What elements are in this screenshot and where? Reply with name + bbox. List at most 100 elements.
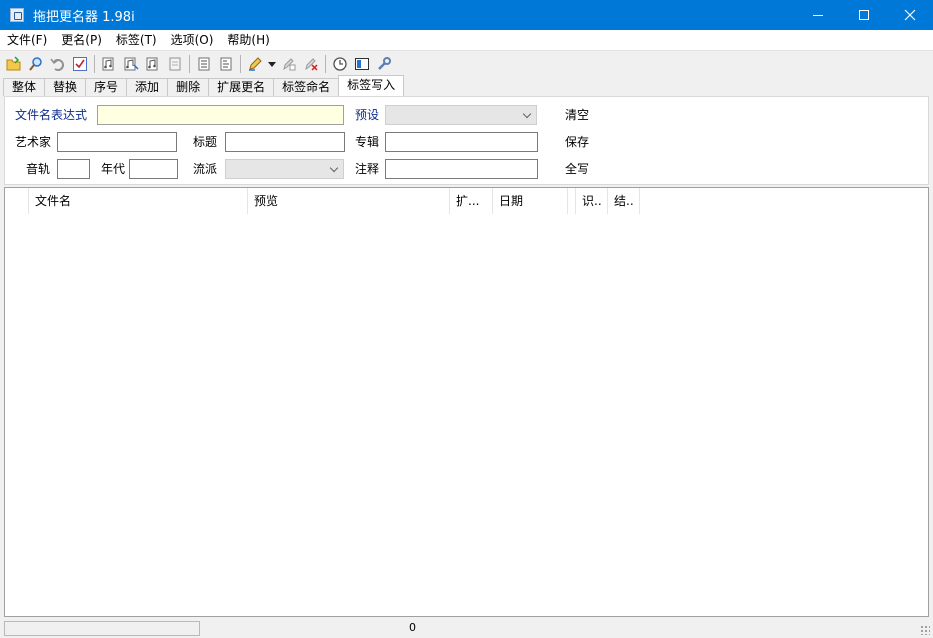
tag-tool-4-button[interactable] (164, 53, 186, 75)
open-folder-button[interactable] (3, 53, 25, 75)
delete-tag-button[interactable] (300, 53, 322, 75)
tag-write-panel: 文件名表达式 预设 清空 艺术家 标题 专辑 保存 音轨 年代 流派 注释 全写 (4, 96, 929, 185)
tab-delete[interactable]: 删除 (167, 78, 210, 96)
file-list[interactable]: 文件名 预览 扩... 日期 识.. 结.. (4, 187, 929, 617)
write-all-button[interactable]: 全写 (565, 161, 589, 177)
minimize-button[interactable] (795, 0, 841, 30)
window-layout-icon (355, 58, 369, 70)
album-input[interactable] (385, 132, 538, 152)
tag-tool-2-button[interactable] (120, 53, 142, 75)
tab-tag-write[interactable]: 标签写入 (338, 75, 405, 96)
tab-add[interactable]: 添加 (126, 78, 169, 96)
title-bar: 拖把更名器 1.98i (0, 0, 933, 30)
edit-button[interactable] (244, 53, 266, 75)
music-tag-icon (146, 57, 158, 71)
clock-icon (333, 57, 347, 71)
resize-grip-icon[interactable] (920, 625, 930, 635)
wrench-icon (378, 57, 391, 70)
search-button[interactable] (25, 53, 47, 75)
chevron-down-icon (522, 109, 532, 119)
apply-button[interactable] (69, 53, 91, 75)
menu-file[interactable]: 文件(F) (0, 30, 54, 50)
list-button[interactable] (193, 53, 215, 75)
list-icon (220, 57, 232, 71)
menu-options[interactable]: 选项(O) (164, 30, 221, 50)
artist-label: 艺术家 (15, 135, 52, 149)
track-input[interactable] (57, 159, 90, 179)
maximize-icon (859, 10, 869, 20)
menu-rename[interactable]: 更名(P) (54, 30, 109, 50)
music-tag-icon (124, 57, 139, 71)
toolbar-separator (189, 55, 190, 73)
list-alt-button[interactable] (215, 53, 237, 75)
artist-input[interactable] (57, 132, 177, 152)
track-label: 音轨 (26, 162, 51, 176)
filename-expression-label: 文件名表达式 (15, 108, 88, 122)
album-label: 专辑 (355, 135, 380, 149)
tab-replace[interactable]: 替换 (44, 78, 87, 96)
column-header-date[interactable]: 日期 (493, 188, 568, 214)
preset-dropdown[interactable] (385, 105, 537, 125)
year-label: 年代 (101, 162, 126, 176)
comment-input[interactable] (385, 159, 538, 179)
settings-button[interactable] (373, 53, 395, 75)
tag-tool-1-button[interactable] (98, 53, 120, 75)
list-icon (198, 57, 210, 71)
tab-tag-naming[interactable]: 标签命名 (273, 78, 340, 96)
status-bar: 0 (0, 618, 933, 638)
edit-dropdown-button[interactable] (266, 53, 278, 75)
title-label: 标题 (193, 135, 218, 149)
column-header-result[interactable]: 结.. (608, 188, 640, 214)
menu-bar: 文件(F) 更名(P) 标签(T) 选项(O) 帮助(H) (0, 30, 933, 51)
column-header-blank[interactable] (568, 188, 576, 214)
genre-dropdown[interactable] (225, 159, 344, 179)
menu-help[interactable]: 帮助(H) (220, 30, 276, 50)
column-header-filename[interactable]: 文件名 (29, 188, 248, 214)
app-icon (10, 8, 24, 22)
title-input[interactable] (225, 132, 345, 152)
layout-button[interactable] (351, 53, 373, 75)
window-title: 拖把更名器 1.98i (33, 9, 135, 25)
window-controls (795, 0, 933, 30)
filename-expression-input[interactable] (97, 105, 344, 125)
progress-bar (4, 621, 200, 636)
menu-tags[interactable]: 标签(T) (109, 30, 164, 50)
preset-label: 预设 (355, 108, 380, 122)
pencil-icon (249, 57, 262, 71)
list-header: 文件名 预览 扩... 日期 识.. 结.. (5, 188, 640, 214)
document-icon (169, 57, 181, 71)
save-button[interactable]: 保存 (565, 134, 589, 150)
music-tag-icon (102, 57, 114, 71)
toolbar-separator (94, 55, 95, 73)
column-header-id[interactable]: 识.. (576, 188, 608, 214)
toolbar-separator (325, 55, 326, 73)
file-count: 0 (409, 621, 416, 634)
undo-button[interactable] (47, 53, 69, 75)
clear-button[interactable]: 清空 (565, 107, 589, 123)
clear-tag-button[interactable] (278, 53, 300, 75)
tab-extended-rename[interactable]: 扩展更名 (208, 78, 275, 96)
tag-tool-3-button[interactable] (142, 53, 164, 75)
column-header-extension[interactable]: 扩... (450, 188, 493, 214)
toolbar (0, 52, 933, 76)
tab-sequence[interactable]: 序号 (85, 78, 128, 96)
delete-icon (305, 58, 318, 71)
toolbar-separator (240, 55, 241, 73)
close-button[interactable] (887, 0, 933, 30)
history-button[interactable] (329, 53, 351, 75)
undo-icon (50, 58, 64, 71)
chevron-down-icon (329, 163, 339, 173)
open-folder-icon (6, 56, 21, 71)
close-icon (904, 9, 916, 21)
column-header-checkbox[interactable] (5, 188, 29, 214)
year-input[interactable] (129, 159, 178, 179)
tab-strip: 整体 替换 序号 添加 删除 扩展更名 标签命名 标签写入 (3, 75, 405, 96)
column-header-preview[interactable]: 预览 (248, 188, 450, 214)
maximize-button[interactable] (841, 0, 887, 30)
checkmark-icon (73, 57, 87, 71)
caret-down-icon (268, 62, 276, 67)
search-icon (29, 57, 42, 71)
tab-overall[interactable]: 整体 (3, 78, 46, 96)
eraser-icon (283, 58, 296, 71)
genre-label: 流派 (193, 162, 218, 176)
